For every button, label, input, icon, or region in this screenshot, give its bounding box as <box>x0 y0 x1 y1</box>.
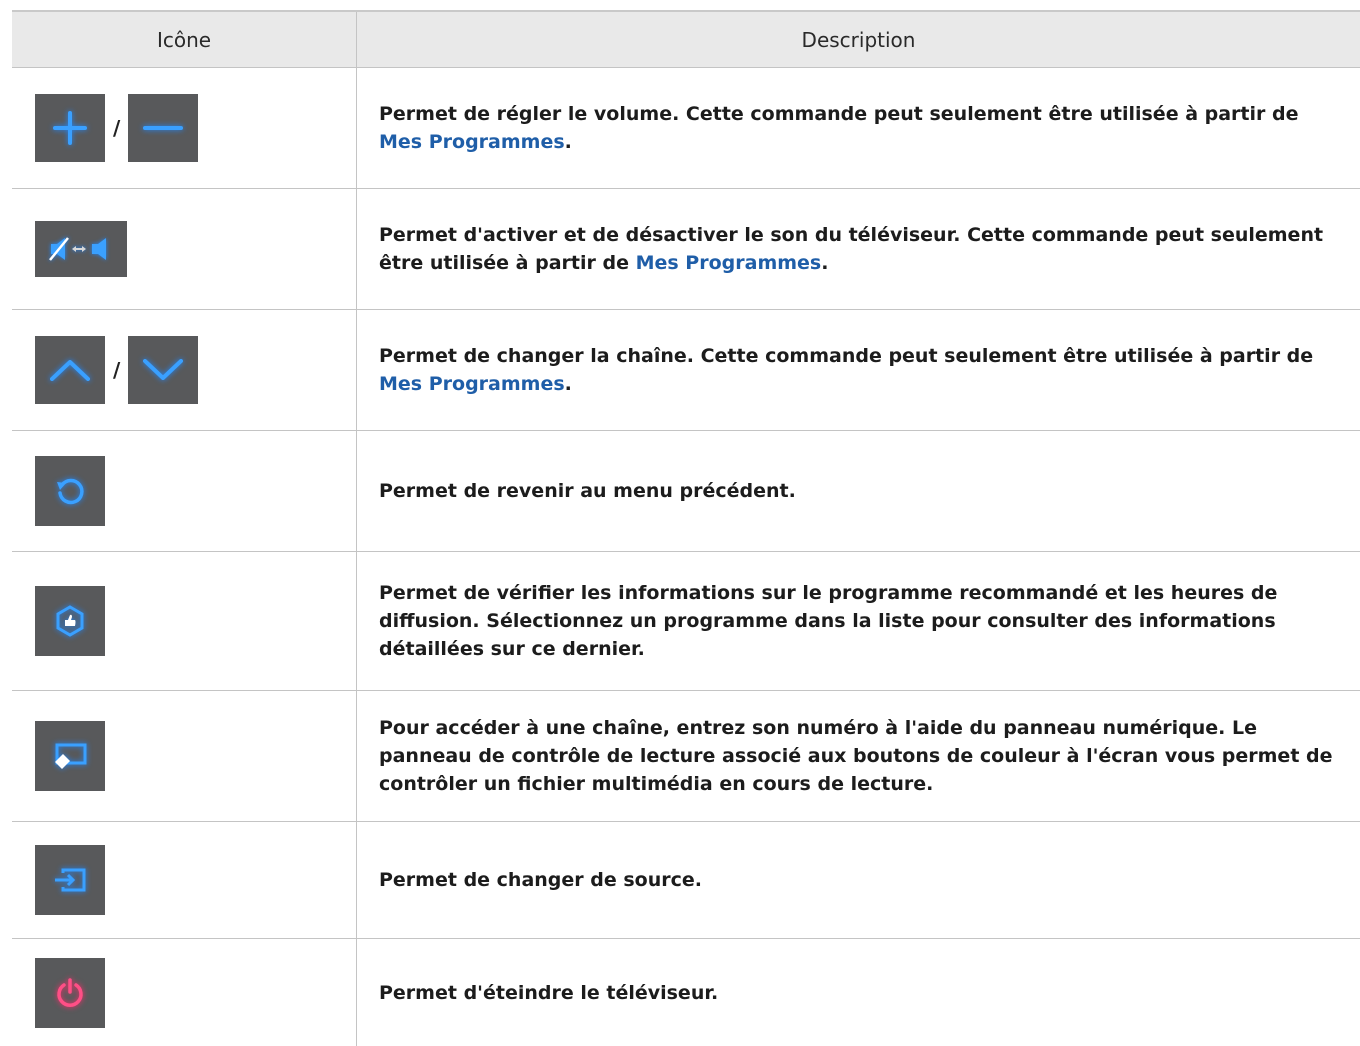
description-text: Permet de changer la chaîne. Cette comma… <box>379 345 1314 395</box>
table-row: / Permet de changer la chaîne. Cette com… <box>12 310 1360 431</box>
mes-programmes-link[interactable]: Mes Programmes <box>636 252 822 274</box>
minus-icon <box>128 94 199 162</box>
icon-cell: / <box>12 310 357 430</box>
table-row: Permet d'éteindre le téléviseur. <box>12 939 1360 1046</box>
description-text: Permet de régler le volume. Cette comman… <box>379 103 1299 153</box>
icon-cell: / <box>12 68 357 188</box>
description-cell: Permet de changer la chaîne. Cette comma… <box>357 310 1360 430</box>
description-cell: Permet d'éteindre le téléviseur. <box>357 939 1360 1046</box>
description-text: Permet de revenir au menu précédent. <box>379 480 796 502</box>
table-header: Icône Description <box>12 12 1360 68</box>
recommendation-icon <box>35 586 105 656</box>
mes-programmes-link[interactable]: Mes Programmes <box>379 131 565 153</box>
description-cell: Permet d'activer et de désactiver le son… <box>357 189 1360 309</box>
table-row: Permet de changer de source. <box>12 822 1360 939</box>
power-icon <box>35 957 105 1028</box>
remote-panel-icon <box>35 721 105 791</box>
description-text: Permet de vérifier les informations sur … <box>379 582 1278 660</box>
header-icon: Icône <box>12 12 357 67</box>
icon-separator: / <box>113 116 121 140</box>
plus-icon <box>35 94 105 162</box>
icon-cell <box>12 939 357 1046</box>
source-icon <box>35 845 105 915</box>
description-cell: Pour accéder à une chaîne, entrez son nu… <box>357 691 1360 821</box>
description-cell: Permet de vérifier les informations sur … <box>357 552 1360 690</box>
icon-table: Icône Description / Permet de régler le … <box>12 10 1360 1046</box>
mes-programmes-link[interactable]: Mes Programmes <box>379 373 565 395</box>
description-text: Permet de changer de source. <box>379 869 702 891</box>
description-cell: Permet de revenir au menu précédent. <box>357 431 1360 551</box>
icon-cell <box>12 822 357 938</box>
mute-toggle-icon <box>35 221 127 277</box>
description-text: Pour accéder à une chaîne, entrez son nu… <box>379 717 1333 795</box>
return-icon <box>35 456 105 526</box>
table-row: Permet de vérifier les informations sur … <box>12 552 1360 691</box>
icon-separator: / <box>113 358 121 382</box>
table-row: Pour accéder à une chaîne, entrez son nu… <box>12 691 1360 822</box>
table-row: Permet d'activer et de désactiver le son… <box>12 189 1360 310</box>
description-cell: Permet de régler le volume. Cette comman… <box>357 68 1360 188</box>
icon-cell <box>12 552 357 690</box>
description-text: Permet d'éteindre le téléviseur. <box>379 981 719 1004</box>
description-cell: Permet de changer de source. <box>357 822 1360 938</box>
table-row: / Permet de régler le volume. Cette comm… <box>12 68 1360 189</box>
chevron-down-icon <box>128 336 199 404</box>
icon-cell <box>12 691 357 821</box>
icon-cell <box>12 431 357 551</box>
table-row: Permet de revenir au menu précédent. <box>12 431 1360 552</box>
chevron-up-icon <box>35 336 105 404</box>
header-description: Description <box>801 27 916 52</box>
description-text: Permet d'activer et de désactiver le son… <box>379 224 1324 274</box>
icon-cell <box>12 189 357 309</box>
